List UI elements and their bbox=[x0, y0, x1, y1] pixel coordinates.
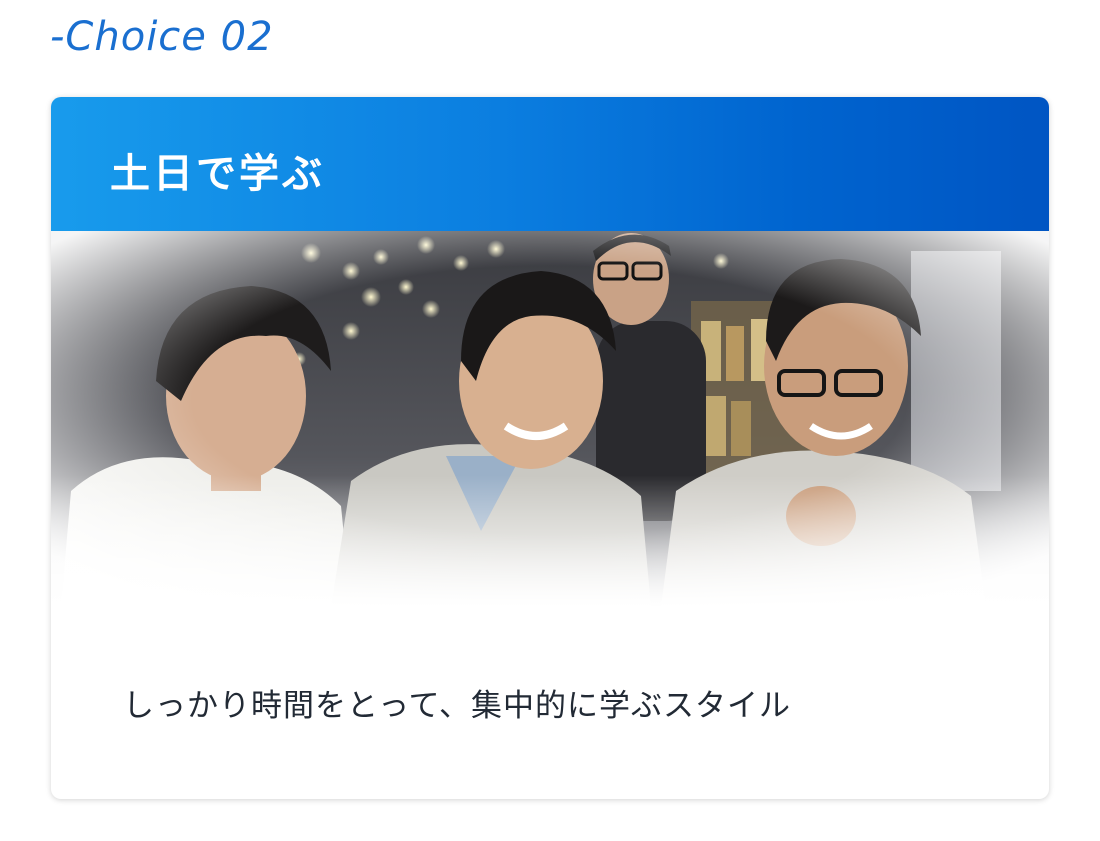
card-header: 土日で学ぶ bbox=[51, 97, 1049, 231]
card-title: 土日で学ぶ bbox=[110, 151, 325, 197]
choice-label: -Choice 02 bbox=[50, 14, 274, 60]
card-photo bbox=[51, 231, 1049, 607]
card-description: しっかり時間をとって、集中的に学ぶスタイル bbox=[123, 688, 791, 724]
page: -Choice 02 土日で学ぶ しっかり時間をとって、集中的に学ぶスタイル bbox=[0, 0, 1100, 841]
choice-card[interactable]: 土日で学ぶ しっかり時間をとって、集中的に学ぶスタイル bbox=[51, 97, 1049, 799]
